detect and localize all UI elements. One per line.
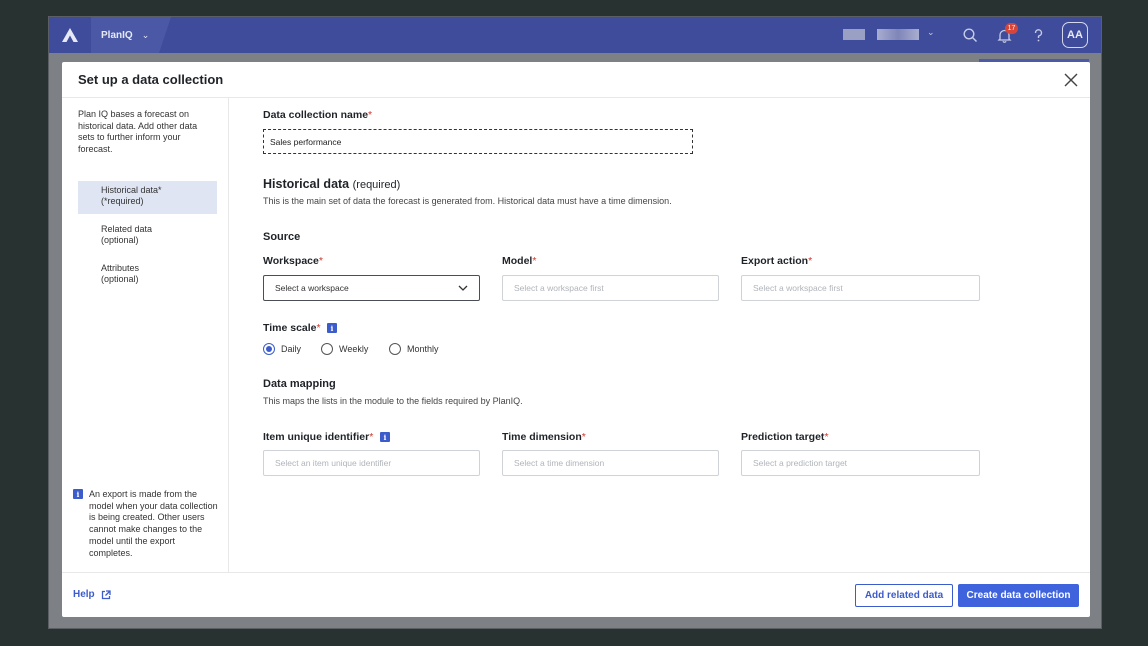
time-scale-daily-radio[interactable]: Daily [263, 343, 301, 355]
info-icon[interactable]: i [327, 323, 337, 333]
radio-indicator [321, 343, 333, 355]
dialog-header: Set up a data collection [62, 62, 1090, 98]
help-label: Help [73, 589, 95, 600]
prediction-target-label: Prediction target* [741, 431, 829, 443]
historical-data-title: Historical data (required) [263, 177, 401, 191]
info-icon[interactable]: i [380, 432, 390, 442]
step-sublabel: (*required) [101, 196, 144, 206]
workspace-label: Workspace* [263, 255, 323, 267]
sidebar-intro: Plan IQ bases a forecast on historical d… [78, 109, 198, 155]
prediction-target-select[interactable]: Select a prediction target [741, 450, 980, 476]
app-name: PlanIQ [101, 29, 133, 41]
data-collection-name-input[interactable] [263, 129, 693, 154]
time-dimension-label: Time dimension* [502, 431, 586, 443]
help-question-icon[interactable] [1028, 25, 1048, 45]
external-link-icon [101, 589, 111, 599]
blurred-workspace-name [843, 29, 865, 40]
prediction-target-placeholder: Select a prediction target [753, 458, 848, 468]
item-unique-identifier-select[interactable]: Select an item unique identifier [263, 450, 480, 476]
radio-indicator [389, 343, 401, 355]
step-sublabel: (optional) [101, 274, 139, 284]
radio-selected-indicator [263, 343, 275, 355]
step-attributes[interactable]: Attributes (optional) [78, 259, 217, 292]
step-label: Historical data* [101, 185, 162, 195]
close-icon[interactable] [1062, 71, 1080, 89]
radio-label: Weekly [339, 344, 369, 354]
time-scale-monthly-radio[interactable]: Monthly [389, 343, 439, 355]
setup-data-collection-dialog: Set up a data collection Plan IQ bases a… [62, 62, 1090, 617]
workspace-select-value: Select a workspace [275, 283, 349, 293]
step-historical-data[interactable]: Historical data* (*required) [78, 181, 217, 214]
time-dimension-select[interactable]: Select a time dimension [502, 450, 719, 476]
blurred-model-name [877, 29, 919, 40]
export-action-label: Export action* [741, 255, 813, 267]
export-note: i An export is made from the model when … [73, 489, 221, 559]
dialog-footer: Help Add related data Create data collec… [62, 572, 1090, 617]
steps-nav: Historical data* (*required) Related dat… [78, 181, 217, 298]
export-action-placeholder: Select a workspace first [753, 283, 843, 293]
time-scale-label: Time scale* [263, 322, 321, 334]
step-label: Related data [101, 224, 153, 234]
data-mapping-description: This maps the lists in the module to the… [263, 396, 523, 406]
top-bar: PlanIQ ⌄ ⌄ 17 AA [49, 17, 1101, 53]
chevron-down-icon[interactable]: ⌄ [927, 27, 935, 38]
export-action-select[interactable]: Select a workspace first [741, 275, 980, 301]
notification-badge: 17 [1005, 23, 1018, 34]
dialog-title: Set up a data collection [78, 72, 224, 87]
workspace-select[interactable]: Select a workspace [263, 275, 480, 301]
user-avatar[interactable]: AA [1062, 22, 1088, 48]
step-related-data[interactable]: Related data (optional) [78, 220, 217, 253]
chevron-down-icon: ⌄ [141, 29, 150, 40]
historical-data-description: This is the main set of data the forecas… [263, 196, 672, 206]
step-sublabel: (optional) [101, 235, 139, 245]
search-icon[interactable] [960, 25, 980, 45]
steps-sidebar: Plan IQ bases a forecast on historical d… [62, 98, 229, 572]
export-note-text: An export is made from the model when yo… [89, 489, 218, 558]
add-related-data-button[interactable]: Add related data [855, 584, 953, 607]
chevron-down-icon [458, 285, 468, 291]
item-unique-identifier-label: Item unique identifier* [263, 431, 374, 443]
app-switcher[interactable]: PlanIQ ⌄ [91, 17, 171, 53]
data-collection-name-label: Data collection name* [263, 109, 373, 121]
step-label: Attributes [101, 263, 140, 273]
model-label: Model* [502, 255, 537, 267]
time-dimension-placeholder: Select a time dimension [514, 458, 605, 468]
data-mapping-title: Data mapping [263, 378, 336, 390]
create-data-collection-button[interactable]: Create data collection [958, 584, 1079, 607]
source-title: Source [263, 231, 301, 243]
anaplan-logo-icon[interactable] [49, 17, 91, 53]
radio-label: Monthly [407, 344, 439, 354]
time-scale-weekly-radio[interactable]: Weekly [321, 343, 368, 355]
item-unique-identifier-placeholder: Select an item unique identifier [275, 458, 392, 468]
info-icon: i [73, 489, 83, 499]
model-select[interactable]: Select a workspace first [502, 275, 719, 301]
model-select-placeholder: Select a workspace first [514, 283, 604, 293]
form-area: Data collection name* Historical data (r… [230, 98, 1090, 572]
radio-label: Daily [281, 344, 302, 354]
help-link[interactable]: Help [73, 589, 111, 600]
